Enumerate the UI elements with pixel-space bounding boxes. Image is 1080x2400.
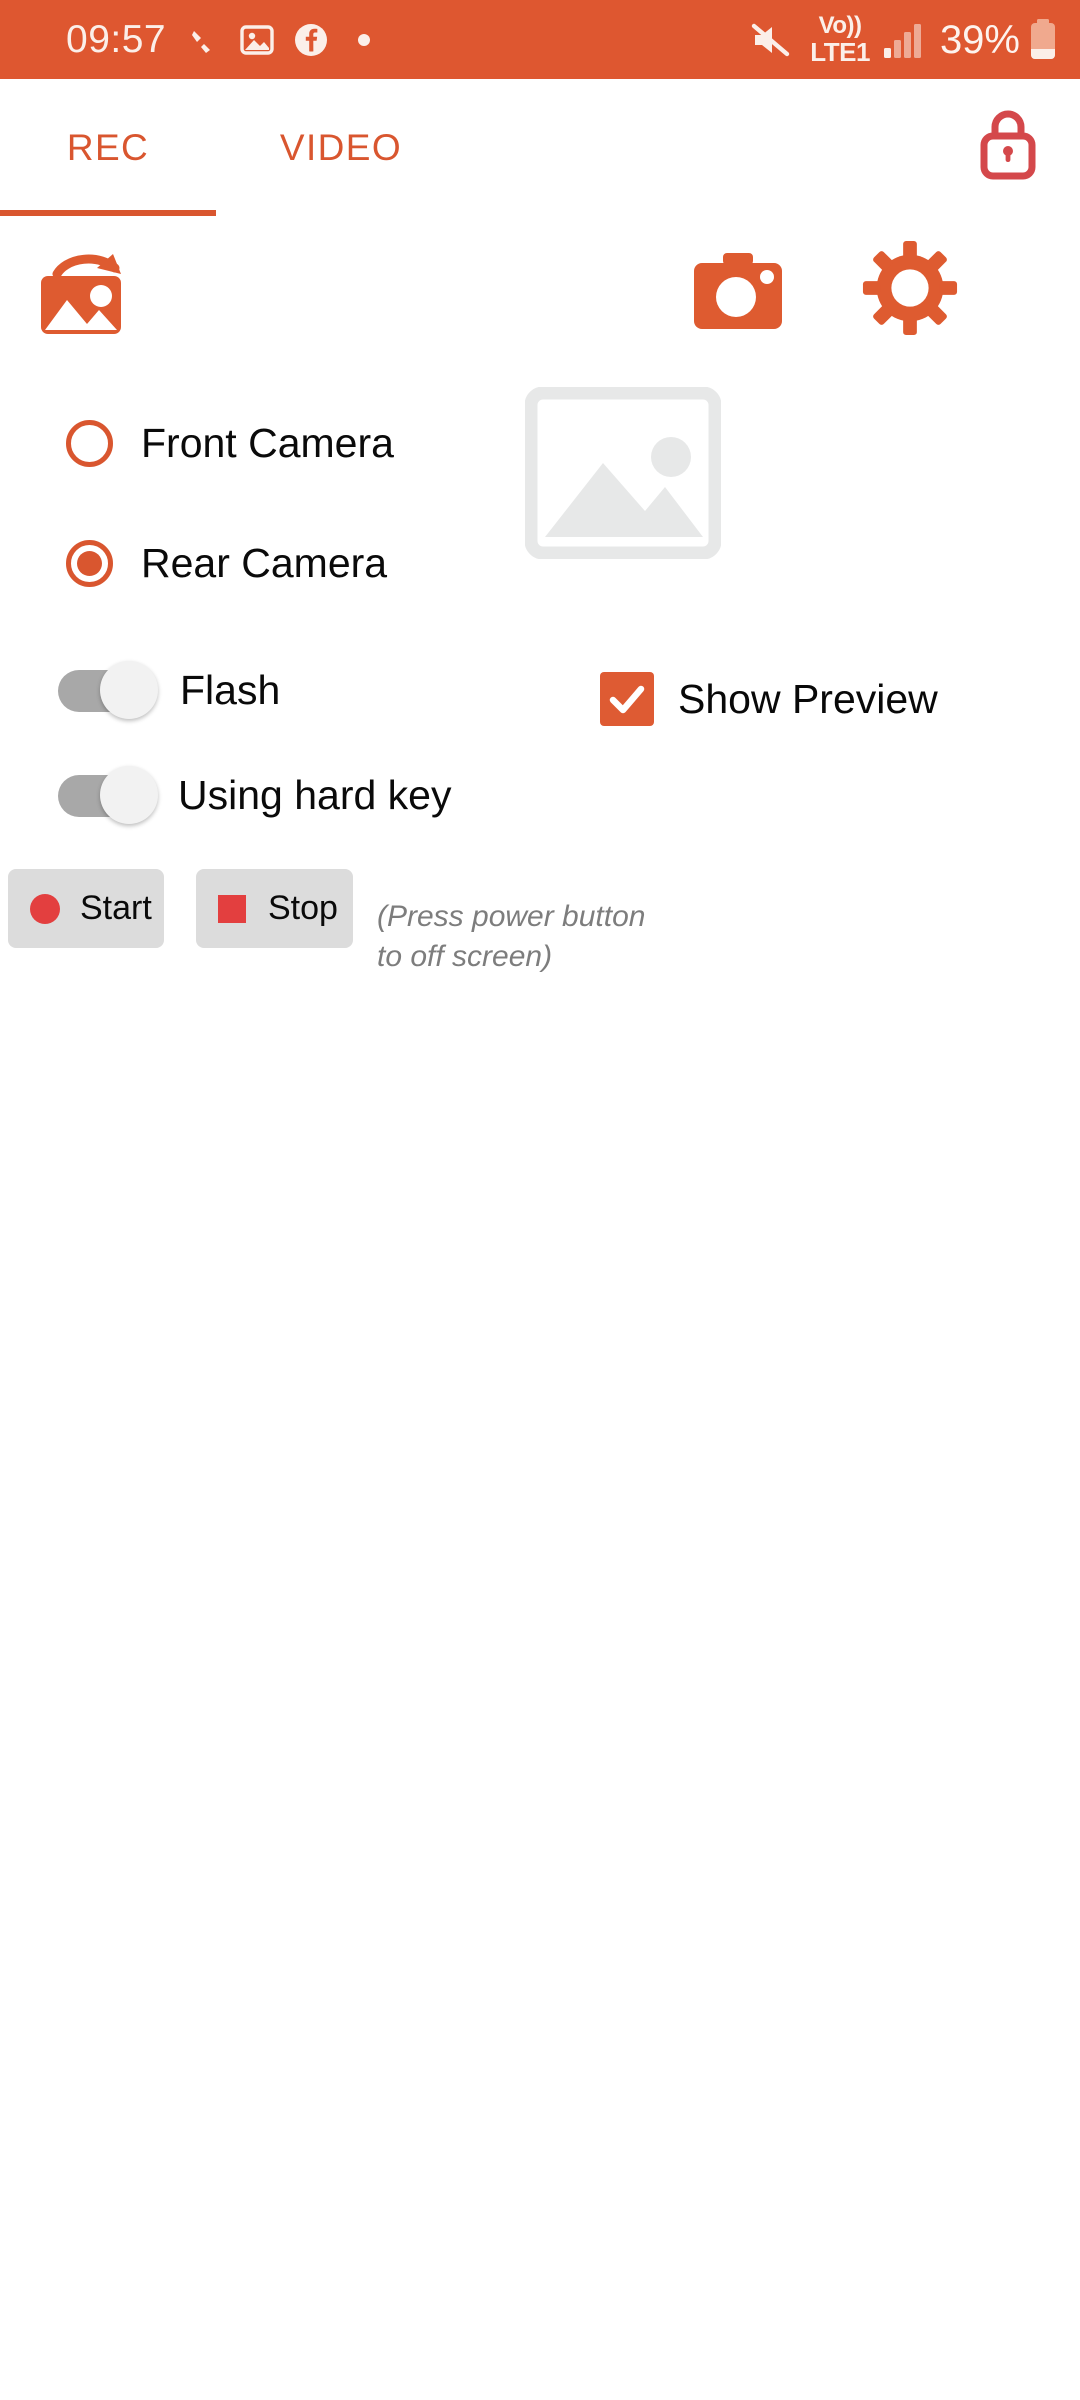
switch-row-flash[interactable]: Flash bbox=[0, 650, 280, 730]
stop-square-icon bbox=[218, 894, 246, 923]
radio-front-camera-icon bbox=[66, 419, 113, 467]
facebook-icon bbox=[292, 21, 330, 59]
status-bar-left: 09:57 bbox=[66, 20, 372, 59]
volte-lte-icon: Vo)) LTE1 bbox=[810, 12, 870, 67]
stop-button-label: Stop bbox=[268, 889, 338, 927]
camera-selection-radio-group: Front Camera Rear Camera bbox=[0, 383, 540, 623]
mute-icon bbox=[748, 17, 794, 63]
status-bar: 09:57 Vo)) LTE1 39% bbox=[0, 0, 1080, 79]
flash-toggle-thumb bbox=[100, 661, 158, 719]
radio-option-front-camera[interactable]: Front Camera bbox=[0, 383, 540, 503]
tab-rec-label: REC bbox=[66, 126, 150, 168]
network-type-label: LTE1 bbox=[810, 37, 870, 67]
radio-front-camera-label: Front Camera bbox=[141, 419, 394, 466]
show-preview-label: Show Preview bbox=[678, 675, 938, 722]
gallery-rotate-button[interactable] bbox=[34, 240, 144, 345]
gallery-rotate-icon bbox=[35, 238, 143, 347]
settings-button[interactable] bbox=[860, 240, 960, 340]
status-clock: 09:57 bbox=[66, 18, 167, 61]
tab-active-indicator bbox=[0, 210, 216, 216]
camera-icon bbox=[691, 247, 785, 342]
hard-key-toggle[interactable] bbox=[58, 766, 158, 824]
checkmark-icon bbox=[609, 685, 645, 714]
radio-rear-camera-icon bbox=[66, 539, 113, 587]
lock-icon bbox=[971, 105, 1045, 190]
hard-key-label: Using hard key bbox=[178, 771, 452, 818]
lock-button[interactable] bbox=[960, 99, 1056, 195]
radio-selected-dot bbox=[77, 550, 102, 576]
image-placeholder-icon bbox=[524, 386, 722, 563]
radio-option-rear-camera[interactable]: Rear Camera bbox=[0, 503, 540, 623]
pen-mark-icon bbox=[188, 23, 222, 57]
flash-toggle[interactable] bbox=[58, 661, 158, 719]
status-bar-right: Vo)) LTE1 39% bbox=[748, 14, 1058, 65]
icon-toolbar bbox=[0, 240, 1080, 350]
radio-rear-camera-label: Rear Camera bbox=[141, 539, 388, 586]
hard-key-toggle-thumb bbox=[100, 766, 158, 824]
tab-rec[interactable]: REC bbox=[0, 79, 216, 216]
show-preview-checkbox[interactable] bbox=[600, 672, 654, 726]
volte-icon: Vo)) bbox=[818, 12, 862, 39]
photo-icon bbox=[238, 21, 276, 59]
power-button-hint: (Press power button to off screen) bbox=[377, 900, 646, 973]
signal-bars-icon bbox=[882, 20, 926, 60]
tab-bar: REC VIDEO bbox=[0, 79, 1080, 216]
start-button[interactable]: Start bbox=[8, 869, 164, 948]
show-preview-row[interactable]: Show Preview bbox=[600, 672, 938, 726]
gear-icon bbox=[861, 239, 959, 342]
start-button-label: Start bbox=[80, 889, 152, 927]
preview-thumbnail[interactable] bbox=[524, 386, 722, 560]
record-circle-icon bbox=[30, 893, 60, 924]
tab-video[interactable]: VIDEO bbox=[216, 79, 466, 216]
flash-label: Flash bbox=[180, 666, 281, 713]
dot-icon bbox=[356, 32, 372, 48]
stop-button[interactable]: Stop bbox=[196, 869, 353, 948]
tab-video-label: VIDEO bbox=[279, 126, 403, 168]
battery-icon bbox=[1028, 17, 1058, 63]
switch-row-hard-key[interactable]: Using hard key bbox=[0, 755, 451, 835]
battery-percent-label: 39% bbox=[939, 17, 1020, 62]
camera-button[interactable] bbox=[690, 248, 786, 340]
